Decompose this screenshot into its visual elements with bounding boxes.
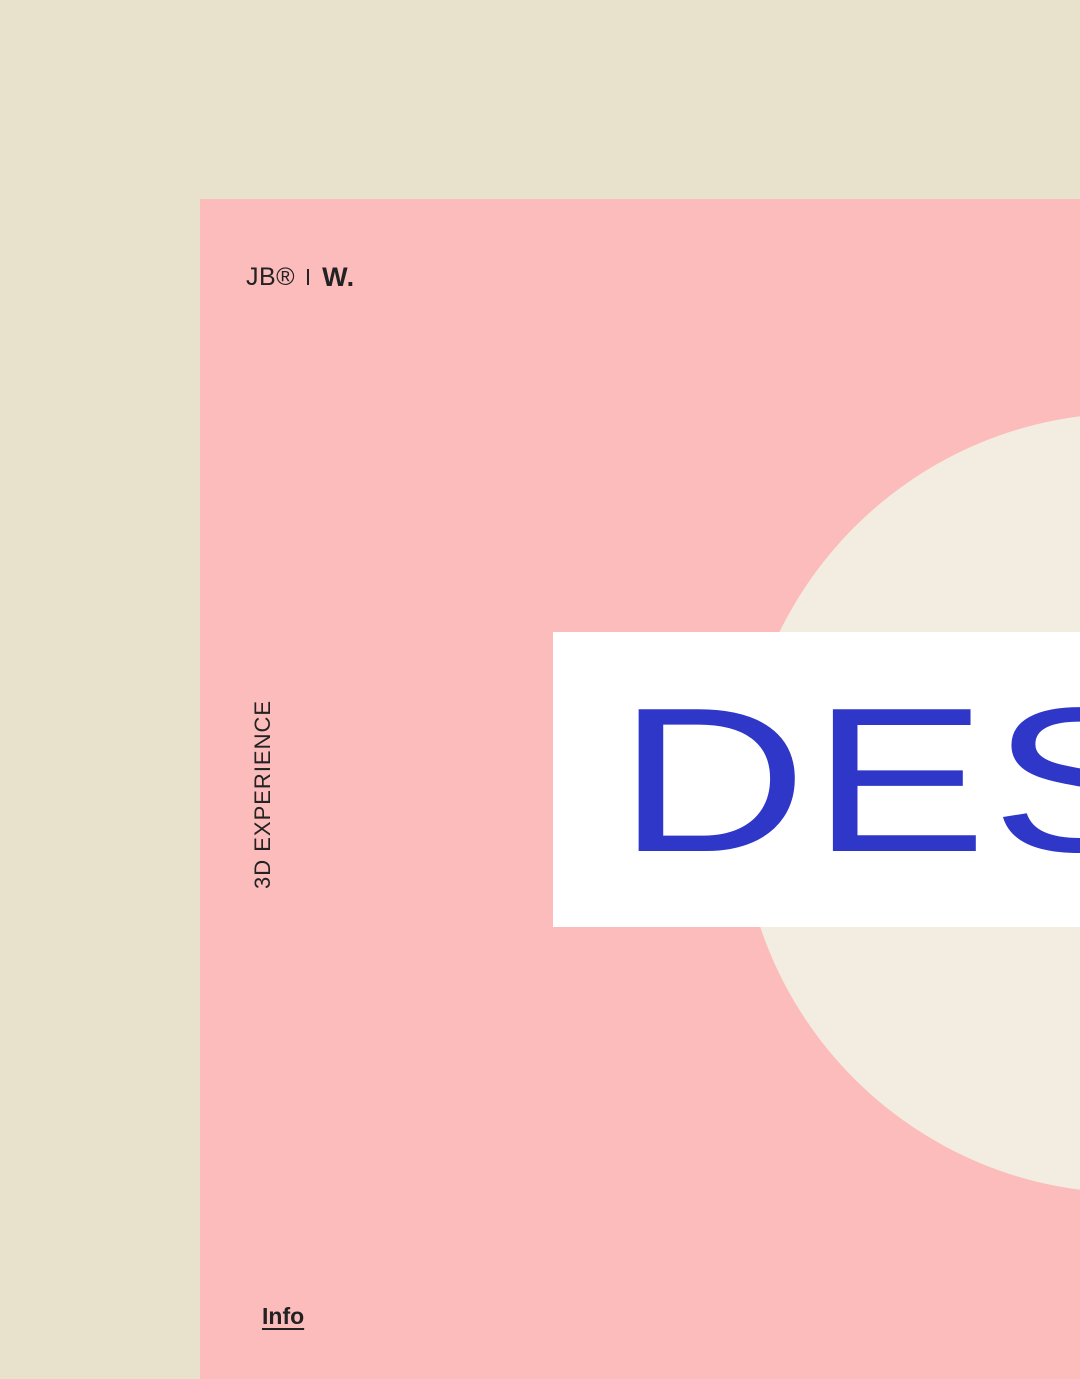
site-logo[interactable]: JB® W. — [246, 261, 355, 293]
hero-panel: JB® W. 3D EXPERIENCE DES Info — [200, 199, 1080, 1379]
info-link[interactable]: Info — [262, 1303, 304, 1330]
hero-text-box: DES — [553, 632, 1080, 927]
hero-headline: DES — [617, 665, 1080, 895]
logo-divider — [307, 269, 310, 285]
side-label: 3D EXPERIENCE — [250, 699, 275, 889]
logo-w-text: W. — [322, 261, 355, 292]
logo-jb-text: JB® — [246, 262, 296, 291]
